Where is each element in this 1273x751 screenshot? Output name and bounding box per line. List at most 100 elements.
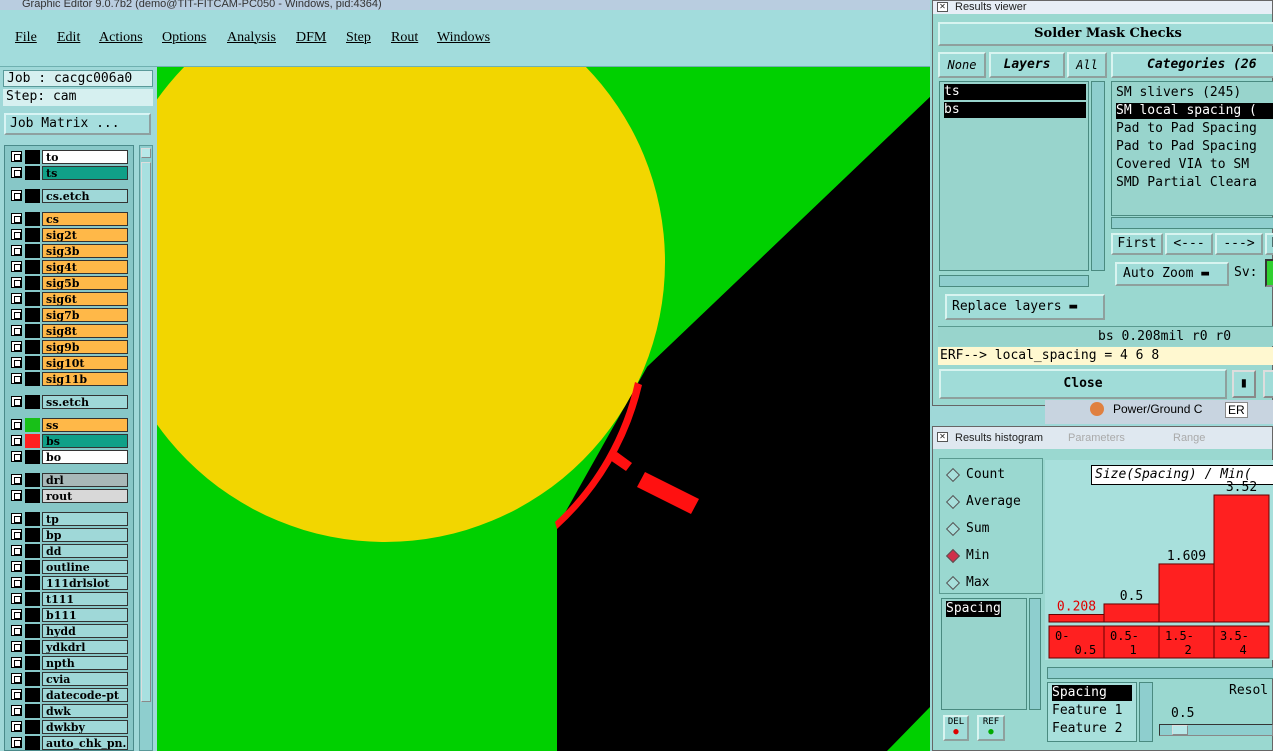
layer-checkbox[interactable] [11, 545, 22, 556]
menu-step[interactable]: Step [346, 30, 371, 46]
scroll-up-arrow[interactable] [141, 148, 151, 158]
layer-checkbox[interactable] [11, 490, 22, 501]
layer-checkbox[interactable] [11, 245, 22, 256]
layer-name[interactable]: rout [42, 489, 128, 503]
radio-min[interactable]: Min [945, 548, 989, 563]
menu-rout[interactable]: Rout [391, 30, 418, 46]
extra-button[interactable] [1263, 370, 1273, 398]
layer-name[interactable]: 111drlslot [42, 576, 128, 590]
layer-name[interactable]: cs [42, 212, 128, 226]
layer-row[interactable]: cs.etch [5, 189, 133, 203]
layer-row[interactable]: outline [5, 560, 133, 574]
radio-count[interactable]: Count [945, 467, 1005, 482]
layer-checkbox[interactable] [11, 625, 22, 636]
histogram-field-list[interactable]: Spacing Feature 1 Feature 2 [1047, 682, 1137, 742]
layer-checkbox[interactable] [11, 357, 22, 368]
radio-max[interactable]: Max [945, 575, 989, 590]
window-close-icon[interactable]: ✕ [937, 2, 948, 12]
layer-row[interactable]: sig11b [5, 372, 133, 386]
list-item[interactable]: ts [944, 84, 1086, 100]
layer-checkbox[interactable] [11, 577, 22, 588]
layer-name[interactable]: t111 [42, 592, 128, 606]
layer-row[interactable]: bs [5, 434, 133, 448]
layer-checkbox[interactable] [11, 396, 22, 407]
solder-mask-header[interactable]: Solder Mask Checks [938, 22, 1273, 46]
layer-name[interactable]: dd [42, 544, 128, 558]
layer-name[interactable]: sig2t [42, 228, 128, 242]
histogram-bar[interactable] [1158, 563, 1215, 623]
list-item[interactable]: Covered VIA to SM [1116, 157, 1249, 173]
layer-row[interactable]: bo [5, 450, 133, 464]
layer-checkbox[interactable] [11, 309, 22, 320]
layer-checkbox[interactable] [11, 277, 22, 288]
layer-row[interactable]: sig10t [5, 356, 133, 370]
layer-checkbox[interactable] [11, 609, 22, 620]
layer-row[interactable]: t111 [5, 592, 133, 606]
histogram-bar[interactable] [1213, 494, 1270, 623]
layer-name[interactable]: sig6t [42, 292, 128, 306]
layer-checkbox[interactable] [11, 737, 22, 748]
layer-row[interactable]: ydkdrl [5, 640, 133, 654]
layer-row[interactable]: drl [5, 473, 133, 487]
layer-row[interactable]: cvia [5, 672, 133, 686]
layer-name[interactable]: dwkby [42, 720, 128, 734]
layer-checkbox[interactable] [11, 721, 22, 732]
layer-checkbox[interactable] [11, 641, 22, 652]
layer-checkbox[interactable] [11, 451, 22, 462]
close-button[interactable]: Close [939, 369, 1227, 399]
layer-row[interactable]: sig9b [5, 340, 133, 354]
menu-actions[interactable]: Actions [99, 30, 143, 46]
layer-row[interactable]: sig2t [5, 228, 133, 242]
category-hscroll[interactable] [1111, 217, 1273, 229]
layer-row[interactable]: ss.etch [5, 395, 133, 409]
list-item[interactable]: SM slivers (245) [1116, 85, 1241, 101]
layer-checkbox[interactable] [11, 705, 22, 716]
layer-row[interactable]: ss [5, 418, 133, 432]
slider-thumb[interactable] [1172, 725, 1188, 735]
layer-list-hscroll[interactable] [939, 275, 1089, 287]
all-button[interactable]: All [1067, 52, 1107, 78]
param-list-scrollbar[interactable] [1029, 598, 1041, 710]
layer-checkbox[interactable] [11, 419, 22, 430]
window-close-icon[interactable]: ✕ [937, 432, 948, 442]
categories-header[interactable]: Categories (26 [1111, 52, 1273, 78]
layer-list-scrollbar[interactable] [1091, 81, 1105, 271]
layer-name[interactable]: cvia [42, 672, 128, 686]
layer-row[interactable]: sig7b [5, 308, 133, 322]
layer-scrollbar[interactable] [139, 145, 153, 751]
layer-checkbox[interactable] [11, 293, 22, 304]
chart-hscroll[interactable] [1047, 667, 1273, 679]
menu-options[interactable]: Options [162, 30, 206, 46]
layer-row[interactable]: to [5, 150, 133, 164]
layer-result-list[interactable]: ts bs [939, 81, 1089, 271]
radio-average[interactable]: Average [945, 494, 1021, 509]
menu-edit[interactable]: Edit [57, 30, 80, 46]
layer-row[interactable]: hydd [5, 624, 133, 638]
next-button[interactable]: ---> [1215, 233, 1263, 255]
layers-button[interactable]: Layers [989, 52, 1065, 78]
layer-row[interactable]: npth [5, 656, 133, 670]
category-list[interactable]: SM slivers (245) SM local spacing ( Pad … [1111, 81, 1273, 216]
auto-zoom-dropdown[interactable]: Auto Zoom ▬ [1115, 262, 1229, 286]
list-item[interactable]: Spacing [946, 601, 1001, 617]
layer-name[interactable]: ss.etch [42, 395, 128, 409]
layer-row[interactable]: dwkby [5, 720, 133, 734]
radio-sum[interactable]: Sum [945, 521, 989, 536]
layer-name[interactable]: sig8t [42, 324, 128, 338]
list-item[interactable]: Spacing [1052, 685, 1132, 701]
layer-row[interactable]: bp [5, 528, 133, 542]
field-list-scrollbar[interactable] [1139, 682, 1153, 742]
layer-row[interactable]: sig5b [5, 276, 133, 290]
layer-row[interactable]: dd [5, 544, 133, 558]
layer-name[interactable]: bo [42, 450, 128, 464]
last-button[interactable]: L [1265, 233, 1273, 255]
layer-name[interactable]: to [42, 150, 128, 164]
replace-layers-dropdown[interactable]: Replace layers ▬ [945, 294, 1105, 320]
histogram-bar[interactable] [1103, 603, 1160, 623]
layer-row[interactable]: tp [5, 512, 133, 526]
first-button[interactable]: First [1111, 233, 1163, 255]
list-item[interactable]: SMD Partial Cleara [1116, 175, 1257, 191]
list-item[interactable]: SM local spacing ( [1116, 103, 1273, 119]
layer-checkbox[interactable] [11, 213, 22, 224]
layer-row[interactable]: cs [5, 212, 133, 226]
